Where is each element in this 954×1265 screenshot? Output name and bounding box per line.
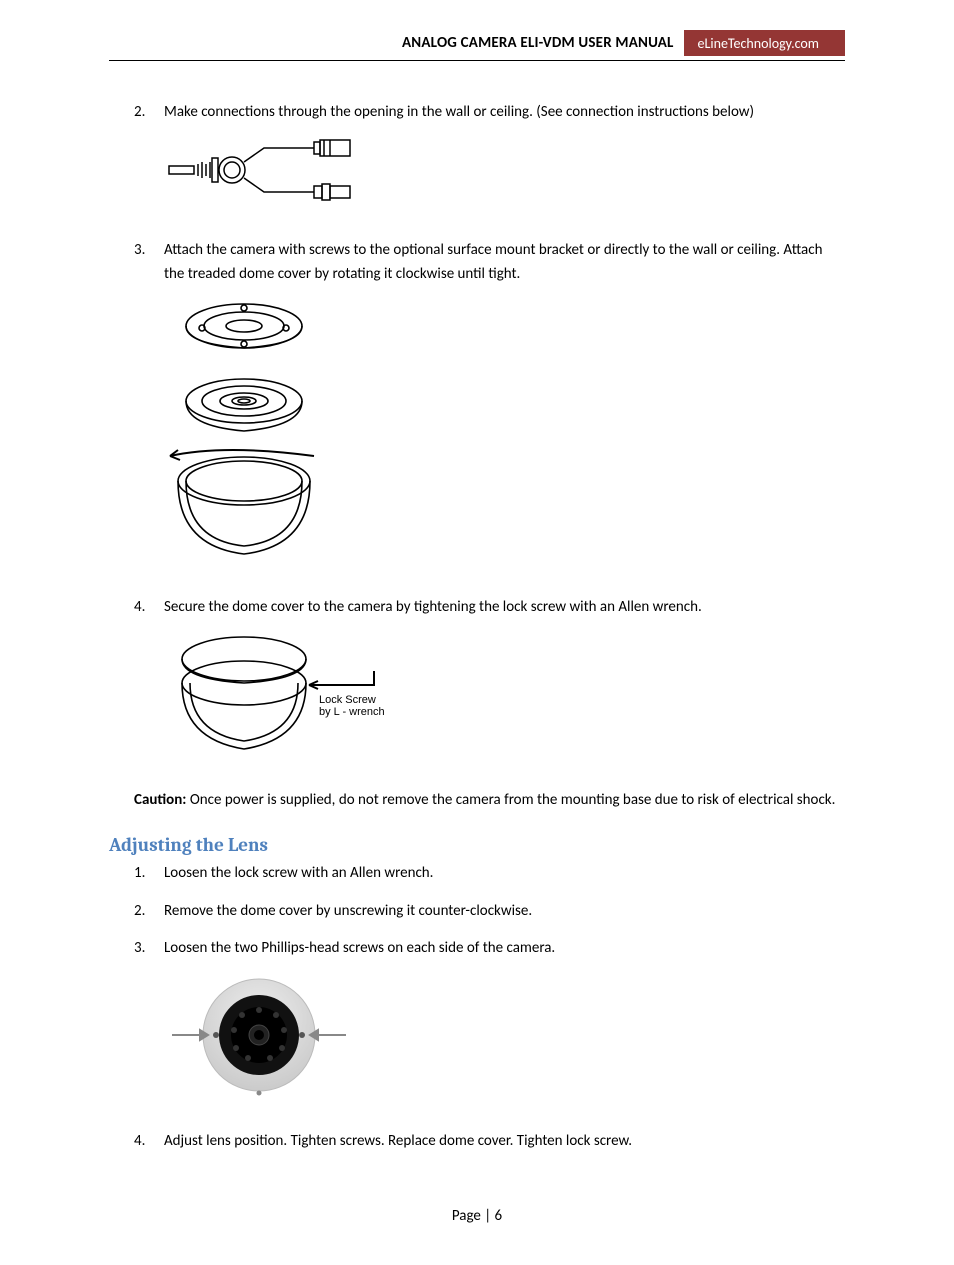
step-2: 2. Make connections through the opening …	[134, 101, 845, 209]
caution-text: Once power is supplied, do not remove th…	[186, 791, 835, 809]
page-container: ANALOG CAMERA ELI-VDM USER MANUAL eLineT…	[0, 0, 954, 1265]
page-footer: Page | 6	[109, 1207, 845, 1225]
adjust-step-4: 4. Adjust lens position. Tighten screws.…	[134, 1130, 845, 1153]
step-number: 4.	[134, 596, 145, 619]
step-text: Make connections through the opening in …	[164, 103, 754, 121]
camera-front-figure	[164, 970, 845, 1100]
lock-screw-figure: Lock Screw by L - wrench	[164, 629, 845, 759]
adjust-step-1: 1. Loosen the lock screw with an Allen w…	[134, 862, 845, 885]
caution-note: Caution: Once power is supplied, do not …	[134, 789, 845, 812]
document-title: ANALOG CAMERA ELI-VDM USER MANUAL	[402, 30, 684, 56]
page-header: ANALOG CAMERA ELI-VDM USER MANUAL eLineT…	[109, 30, 845, 56]
lock-screw-label-2: by L - wrench	[319, 706, 385, 718]
lock-screw-label: Lock Screw	[319, 694, 376, 706]
step-3: 3. Attach the camera with screws to the …	[134, 239, 845, 566]
step-text: Remove the dome cover by unscrewing it c…	[164, 902, 532, 920]
step-text: Attach the camera with screws to the opt…	[164, 241, 822, 282]
step-number: 2.	[134, 101, 145, 124]
caution-label: Caution:	[134, 791, 186, 809]
step-4: 4. Secure the dome cover to the camera b…	[134, 596, 845, 759]
step-text: Loosen the lock screw with an Allen wren…	[164, 864, 433, 882]
step-number: 2.	[134, 900, 145, 923]
connector-figure	[164, 134, 845, 209]
step-text: Adjust lens position. Tighten screws. Re…	[164, 1132, 632, 1150]
header-rule	[109, 60, 845, 61]
mount-exploded-figure	[164, 296, 845, 566]
brand-badge: eLineTechnology.com	[684, 30, 845, 56]
step-number: 3.	[134, 239, 145, 262]
adjust-step-3: 3. Loosen the two Phillips-head screws o…	[134, 937, 845, 1100]
step-text: Loosen the two Phillips-head screws on e…	[164, 939, 555, 957]
step-number: 4.	[134, 1130, 145, 1153]
section-heading-adjusting-lens: Adjusting the Lens	[109, 834, 845, 856]
adjust-step-2: 2. Remove the dome cover by unscrewing i…	[134, 900, 845, 923]
installation-steps: 2. Make connections through the opening …	[134, 101, 845, 759]
step-text: Secure the dome cover to the camera by t…	[164, 598, 702, 616]
adjusting-steps: 1. Loosen the lock screw with an Allen w…	[134, 862, 845, 1153]
step-number: 3.	[134, 937, 145, 960]
step-number: 1.	[134, 862, 145, 885]
